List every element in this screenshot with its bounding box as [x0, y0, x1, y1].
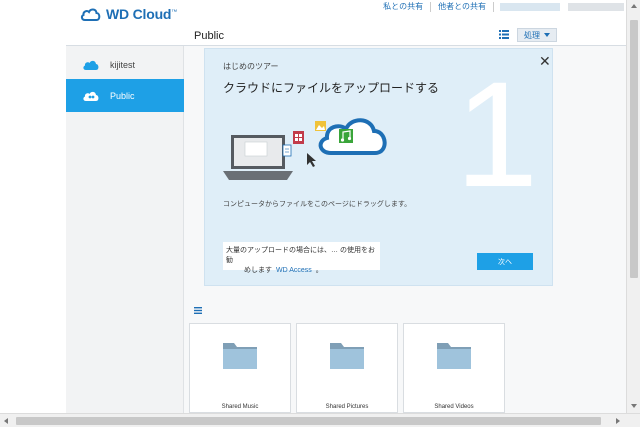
actions-label: 処理: [524, 30, 540, 40]
sidebar-item-kijitest[interactable]: kijitest: [66, 48, 184, 81]
upload-illustration: [223, 118, 387, 180]
wd-access-link[interactable]: WD Access: [276, 266, 312, 276]
mouse-cursor-icon: [307, 153, 316, 167]
scroll-right-icon[interactable]: [616, 418, 620, 424]
cloud-logo-icon: [80, 8, 101, 21]
chevron-down-icon: [544, 33, 550, 37]
vertical-scrollbar[interactable]: [626, 0, 640, 413]
sidebar-item-public[interactable]: Public: [66, 79, 184, 112]
getting-started-tour-panel: 1 ✕ はじめのツアー クラウドにファイルをアップロードする コンピュータからフ…: [204, 48, 553, 286]
folder-label: Shared Videos: [434, 404, 474, 410]
large-upload-note: 大量のアップロードの場合には、… の使用をお勧 めします WD Access。: [223, 242, 380, 274]
photo-file-icon: [315, 121, 326, 131]
shared-with-me-link[interactable]: 私との共有: [376, 2, 432, 12]
sidebar-item-label: Public: [110, 90, 135, 101]
note-suffix: 。: [315, 267, 323, 274]
laptop-icon: [223, 135, 293, 180]
page-title: Public: [194, 30, 224, 42]
device-name-redacted: [568, 3, 624, 11]
shared-with-others-link[interactable]: 他者との共有: [431, 2, 494, 12]
scroll-up-icon[interactable]: [631, 4, 637, 8]
music-file-icon: [339, 129, 353, 143]
actions-dropdown-button[interactable]: 処理: [517, 28, 557, 42]
cloud-icon: [83, 60, 99, 70]
logo-text: WD Cloud™: [106, 6, 178, 22]
document-file-icon: [282, 144, 292, 157]
user-name-redacted: [500, 3, 560, 11]
note-line-1: 大量のアップロードの場合には、… の使用をお勧: [226, 247, 375, 264]
menu-icon[interactable]: [194, 307, 202, 314]
sidebar-item-label: kijitest: [110, 59, 136, 70]
scroll-down-icon[interactable]: [631, 404, 637, 408]
list-view-icon[interactable]: [499, 30, 509, 39]
wd-cloud-logo[interactable]: WD Cloud™: [80, 6, 177, 22]
next-button[interactable]: 次へ: [477, 253, 533, 270]
folder-icon: [437, 343, 471, 369]
tour-subtitle: はじめのツアー: [223, 62, 279, 71]
close-icon[interactable]: ✕: [539, 53, 551, 70]
sidebar: kijitest Public: [66, 46, 184, 413]
note-line-2: めします: [244, 267, 272, 274]
folder-label: Shared Music: [221, 404, 259, 410]
shared-cloud-icon: [83, 91, 99, 101]
horizontal-scrollbar[interactable]: [0, 413, 640, 427]
user-menu[interactable]: [500, 3, 640, 11]
tour-step-number: 1: [455, 50, 539, 218]
tour-description: コンピュータからファイルをこのページにドラッグします。: [223, 201, 412, 208]
app-header: WD Cloud™ 私との共有 他者との共有 Public 処理: [0, 0, 640, 48]
vertical-scroll-thumb[interactable]: [630, 20, 638, 278]
folder-label: Shared Pictures: [325, 404, 369, 410]
folder-card-shared-pictures[interactable]: Shared Pictures: [296, 323, 398, 413]
scroll-left-icon[interactable]: [4, 418, 8, 424]
folder-icon: [330, 343, 364, 369]
video-file-icon: [293, 131, 304, 144]
folder-card-shared-videos[interactable]: Shared Videos: [403, 323, 505, 413]
folder-icon: [223, 343, 257, 369]
folder-card-shared-music[interactable]: Shared Music: [189, 323, 291, 413]
tour-heading: クラウドにファイルをアップロードする: [223, 81, 440, 95]
top-links: 私との共有 他者との共有: [376, 0, 640, 14]
horizontal-scroll-thumb[interactable]: [16, 417, 601, 425]
